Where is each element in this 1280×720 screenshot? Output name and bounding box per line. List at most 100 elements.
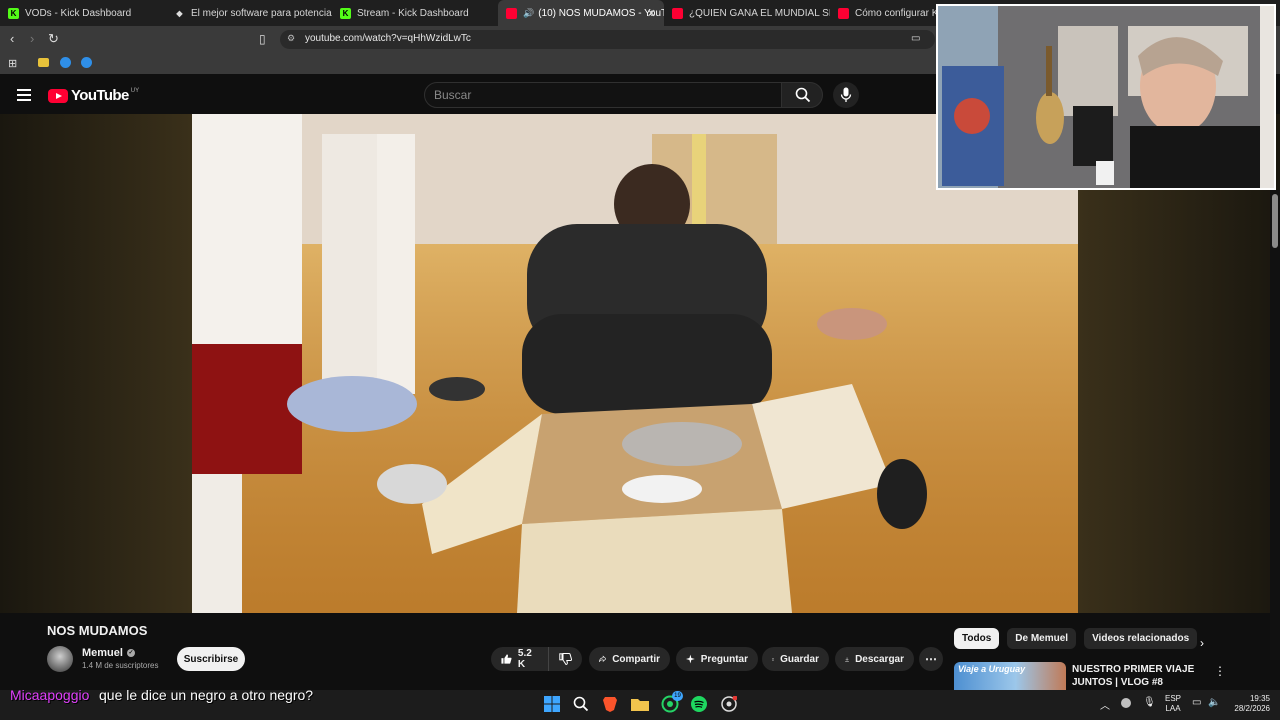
system-clock[interactable]: 19:35 28/2/2026 bbox=[1228, 694, 1270, 714]
kebab-menu-icon[interactable]: ⋮ bbox=[1214, 664, 1226, 678]
obs-icon[interactable] bbox=[720, 695, 738, 713]
like-button[interactable]: 5.2 K bbox=[491, 647, 548, 671]
edge-icon[interactable] bbox=[60, 57, 71, 68]
chip-related[interactable]: Videos relacionados bbox=[1084, 628, 1198, 649]
voice-search-button[interactable] bbox=[833, 82, 859, 108]
download-button[interactable]: Descargar bbox=[835, 647, 914, 671]
tab-label: El mejor software para potenciar tu s bbox=[191, 7, 332, 19]
tray-microphone-icon[interactable]: 🎙 bbox=[1143, 697, 1156, 708]
chip-from-channel[interactable]: De Memuel bbox=[1007, 628, 1077, 649]
chevron-right-icon[interactable]: › bbox=[1200, 636, 1204, 650]
apps-grid-icon[interactable]: ⊞ bbox=[8, 57, 17, 70]
thumbs-down-icon bbox=[559, 653, 572, 665]
bookmark-icon[interactable]: ▯ bbox=[259, 32, 266, 46]
channel-name-text: Memuel bbox=[82, 647, 123, 659]
recommendation-thumbnail[interactable]: Viaje a Uruguay bbox=[954, 662, 1066, 692]
search-input[interactable] bbox=[434, 88, 764, 102]
browser-tab[interactable]: K VODs - Kick Dashboard bbox=[0, 0, 166, 26]
browser-tab[interactable]: ¿QUIEN GANA EL MUNDIAL SEGUN bbox=[664, 0, 830, 26]
folder-icon[interactable] bbox=[38, 58, 49, 67]
ask-label: Preguntar bbox=[700, 653, 748, 665]
page-scrollbar[interactable] bbox=[1270, 190, 1280, 660]
subscriber-count: 1.4 M de suscriptores bbox=[82, 661, 159, 670]
close-icon[interactable]: ✕ bbox=[647, 7, 656, 20]
more-actions-button[interactable]: ⋯ bbox=[919, 647, 943, 671]
avatar[interactable] bbox=[47, 646, 73, 672]
webcam-scene bbox=[938, 6, 1274, 188]
download-icon bbox=[845, 656, 849, 662]
like-count: 5.2 K bbox=[517, 648, 532, 670]
notification-badge: 19 bbox=[672, 691, 683, 701]
input-language[interactable]: ESP LAA bbox=[1165, 694, 1181, 714]
search-box bbox=[424, 82, 782, 108]
streamer-webcam bbox=[936, 4, 1276, 190]
reload-icon[interactable]: ↻ bbox=[48, 32, 59, 46]
sparkle-icon bbox=[686, 654, 695, 664]
network-icon[interactable]: ▭ bbox=[1192, 697, 1201, 708]
recommendation-title[interactable]: NUESTRO PRIMER VIAJE JUNTOS | VLOG #8 bbox=[1072, 663, 1212, 689]
menu-icon[interactable] bbox=[17, 89, 31, 101]
language-line2: LAA bbox=[1165, 704, 1181, 713]
speaker-icon[interactable]: 🔊 bbox=[523, 8, 534, 19]
forward-icon[interactable]: › bbox=[30, 32, 34, 46]
chip-all[interactable]: Todos bbox=[954, 628, 1000, 649]
search-icon bbox=[795, 87, 811, 103]
tab-label: (10) NOS MUDAMOS - YouTu bbox=[538, 7, 664, 19]
windows-start-icon[interactable] bbox=[543, 695, 561, 713]
tray-app-icon[interactable] bbox=[1121, 698, 1131, 708]
clock-date: 28/2/2026 bbox=[1234, 704, 1270, 713]
clock-time: 19:35 bbox=[1249, 694, 1270, 703]
subscribe-button[interactable]: Suscribirse bbox=[177, 647, 245, 671]
cast-icon[interactable]: ▭ bbox=[911, 32, 920, 46]
edge-icon[interactable] bbox=[81, 57, 92, 68]
diamond-icon: ◆ bbox=[176, 8, 183, 18]
video-ambient-left bbox=[0, 114, 192, 613]
dislike-button[interactable] bbox=[548, 647, 582, 671]
tab-label: ¿QUIEN GANA EL MUNDIAL SEGUN bbox=[689, 7, 830, 19]
brave-browser-icon[interactable] bbox=[601, 695, 619, 713]
share-label: Compartir bbox=[612, 653, 660, 665]
share-button[interactable]: Compartir bbox=[589, 647, 670, 671]
youtube-play-icon bbox=[48, 88, 68, 103]
microphone-icon bbox=[840, 87, 852, 102]
ask-button[interactable]: Preguntar bbox=[676, 647, 758, 671]
chat-username: Micaapoggio bbox=[10, 687, 90, 703]
search-icon[interactable] bbox=[572, 695, 590, 713]
video-title: NOS MUDAMOS bbox=[47, 623, 148, 638]
whatsapp-icon[interactable]: 19 bbox=[661, 691, 683, 713]
kick-icon: K bbox=[340, 7, 351, 19]
youtube-icon bbox=[838, 7, 849, 19]
url-field[interactable]: ⚙ youtube.com/watch?v=qHhWzidLwTc bbox=[280, 30, 935, 49]
scrollbar-thumb[interactable] bbox=[1272, 194, 1278, 248]
tab-label: Stream - Kick Dashboard bbox=[357, 7, 469, 19]
file-explorer-icon[interactable] bbox=[631, 695, 649, 713]
tab-label: VODs - Kick Dashboard bbox=[25, 7, 132, 19]
filter-chips: Todos De Memuel Videos relacionados bbox=[954, 628, 1205, 650]
spotify-icon[interactable] bbox=[690, 695, 708, 713]
browser-tab-active[interactable]: 🔊 (10) NOS MUDAMOS - YouTu ✕ bbox=[498, 0, 664, 26]
download-label: Descargar bbox=[855, 653, 904, 665]
volume-icon[interactable]: 🔈 bbox=[1208, 697, 1220, 708]
chat-message: que le dice un negro a otro negro? bbox=[99, 687, 314, 703]
youtube-icon bbox=[672, 7, 683, 19]
share-icon bbox=[599, 655, 607, 662]
url-text: youtube.com/watch?v=qHhWzidLwTc bbox=[305, 33, 471, 44]
site-info-icon[interactable]: ⚙ bbox=[287, 33, 295, 44]
thumbs-up-icon bbox=[501, 654, 512, 664]
browser-tab[interactable]: K Stream - Kick Dashboard bbox=[332, 0, 498, 26]
youtube-logo-text: YouTube bbox=[71, 87, 129, 104]
country-code: UY bbox=[130, 87, 140, 94]
language-line1: ESP bbox=[1165, 694, 1182, 703]
browser-tab[interactable]: ◆ El mejor software para potenciar tu s bbox=[166, 0, 332, 26]
kick-icon: K bbox=[8, 7, 19, 19]
save-button[interactable]: Guardar bbox=[762, 647, 829, 671]
search-button[interactable] bbox=[781, 82, 823, 108]
channel-name[interactable]: Memuel ✓ bbox=[82, 647, 135, 659]
back-icon[interactable]: ‹ bbox=[10, 32, 14, 46]
tray-chevron-up-icon[interactable]: ︿ bbox=[1100, 697, 1110, 712]
more-icon: ⋯ bbox=[925, 652, 937, 666]
thumbnail-text: Viaje a Uruguay bbox=[958, 664, 1026, 674]
bookmark-icon bbox=[772, 657, 775, 661]
save-label: Guardar bbox=[780, 653, 819, 665]
youtube-logo[interactable]: YouTube UY bbox=[48, 87, 139, 104]
